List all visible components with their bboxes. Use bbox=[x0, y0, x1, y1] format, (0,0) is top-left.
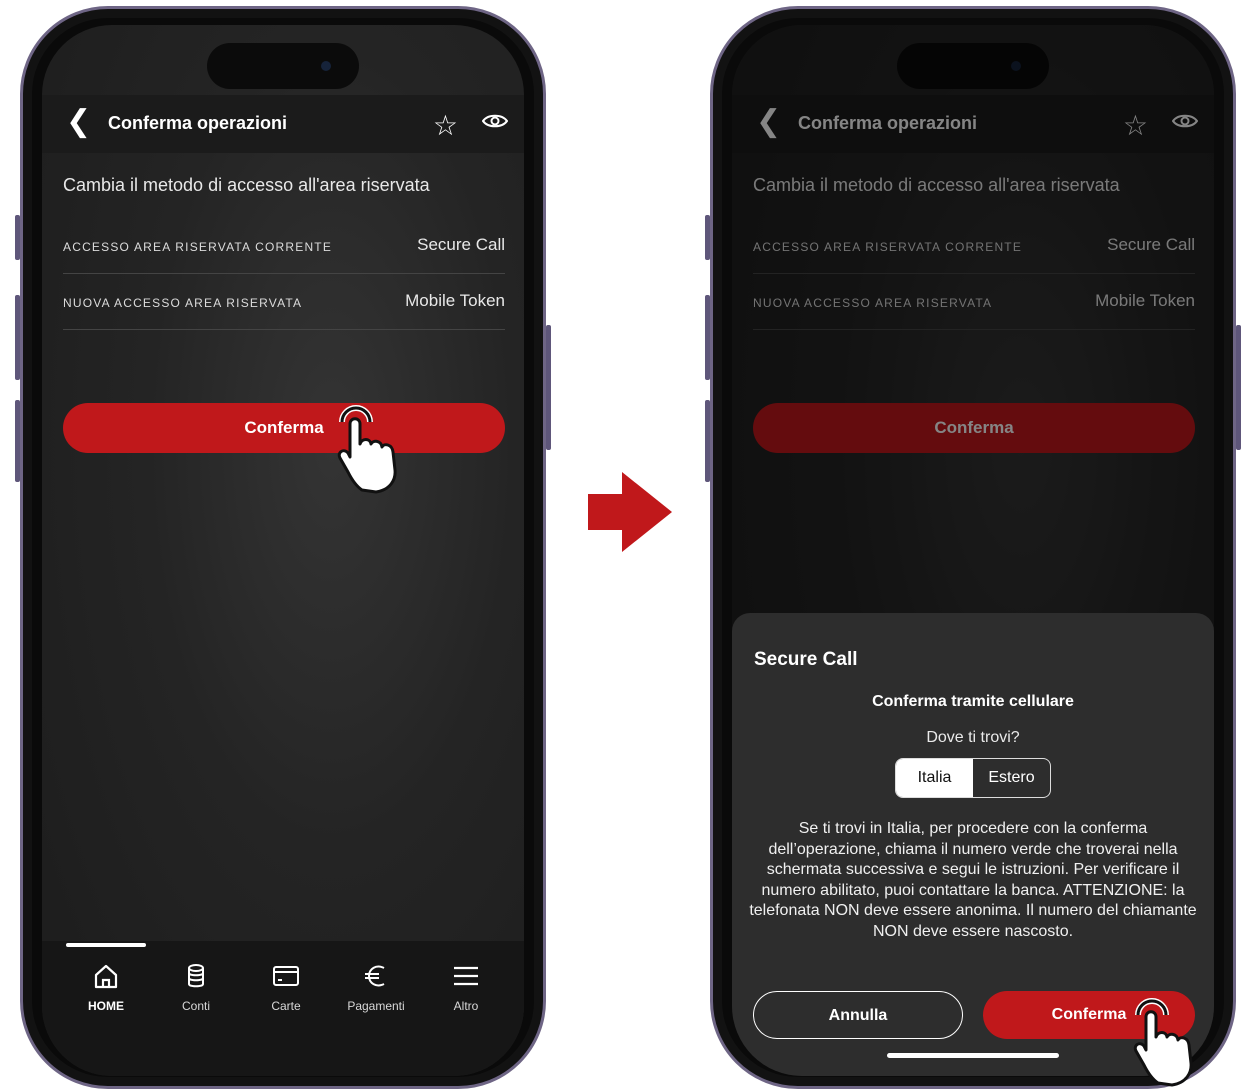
nav-item-carte[interactable]: Carte bbox=[246, 961, 326, 1013]
hand-pointer-icon bbox=[337, 405, 397, 494]
chevron-left-icon[interactable]: ❮ bbox=[66, 107, 91, 137]
cancel-button[interactable]: Annulla bbox=[753, 991, 963, 1039]
nav-label: Altro bbox=[453, 999, 479, 1013]
confirm-button[interactable]: Conferma bbox=[63, 403, 505, 453]
euro-icon bbox=[365, 965, 385, 987]
phone-side-button bbox=[546, 325, 551, 450]
info-row: NUOVA ACCESSO AREA RISERVATA Mobile Toke… bbox=[63, 273, 505, 330]
phone-left: ❮ Conferma operazioni ☆ Cambia il metodo… bbox=[20, 6, 546, 1089]
nav-item-home[interactable]: HOME bbox=[66, 961, 146, 1013]
star-icon[interactable]: ☆ bbox=[433, 109, 458, 142]
location-segmented-control: Italia Estero bbox=[895, 758, 1051, 798]
segment-estero[interactable]: Estero bbox=[973, 759, 1050, 797]
phone-side-button bbox=[1236, 325, 1241, 450]
row-value: Mobile Token bbox=[405, 291, 505, 310]
nav-item-pagamenti[interactable]: Pagamenti bbox=[336, 961, 416, 1013]
hand-pointer-icon bbox=[1133, 998, 1193, 1087]
sheet-title: Secure Call bbox=[754, 649, 858, 670]
location-question: Dove ti trovi? bbox=[926, 729, 1020, 746]
phone-screen: ❮ Conferma operazioni ☆ Cambia il metodo… bbox=[42, 25, 524, 1076]
eye-icon[interactable] bbox=[482, 113, 508, 129]
home-indicator bbox=[887, 1053, 1059, 1058]
row-label: ACCESSO AREA RISERVATA CORRENTE bbox=[63, 240, 333, 254]
nav-label: HOME bbox=[88, 999, 124, 1013]
description: Cambia il metodo di accesso all'area ris… bbox=[63, 175, 430, 195]
card-icon bbox=[273, 966, 299, 986]
phone-screen: ❮ Conferma operazioni ☆ Cambia il metodo… bbox=[732, 25, 1214, 1076]
nav-label: Pagamenti bbox=[347, 999, 405, 1013]
segment-italia[interactable]: Italia bbox=[896, 759, 973, 797]
nav-label: Conti bbox=[181, 999, 210, 1013]
nav-item-altro[interactable]: Altro bbox=[426, 961, 506, 1013]
app-header: ❮ Conferma operazioni ☆ bbox=[42, 95, 524, 153]
phone-right: ❮ Conferma operazioni ☆ Cambia il metodo… bbox=[710, 6, 1236, 1089]
sheet-subtitle: Conferma tramite cellulare bbox=[872, 693, 1074, 710]
nav-item-conti[interactable]: Conti bbox=[156, 961, 236, 1013]
nav-label: Carte bbox=[271, 999, 301, 1013]
home-icon bbox=[94, 964, 118, 989]
bottom-nav: HOME Conti Carte Pagamenti Altro bbox=[42, 941, 524, 1076]
sheet-body-text: Se ti trovi in Italia, per procedere con… bbox=[749, 820, 1197, 940]
dynamic-island bbox=[207, 43, 359, 89]
info-row: ACCESSO AREA RISERVATA CORRENTE Secure C… bbox=[63, 217, 505, 274]
menu-icon bbox=[454, 966, 478, 986]
page-title: Conferma operazioni bbox=[108, 113, 288, 133]
database-icon bbox=[188, 964, 204, 988]
row-label: NUOVA ACCESSO AREA RISERVATA bbox=[63, 296, 303, 310]
arrow-right-icon bbox=[588, 472, 672, 552]
camera-icon bbox=[321, 61, 331, 71]
nav-active-indicator bbox=[66, 943, 146, 947]
row-value: Secure Call bbox=[417, 235, 505, 254]
